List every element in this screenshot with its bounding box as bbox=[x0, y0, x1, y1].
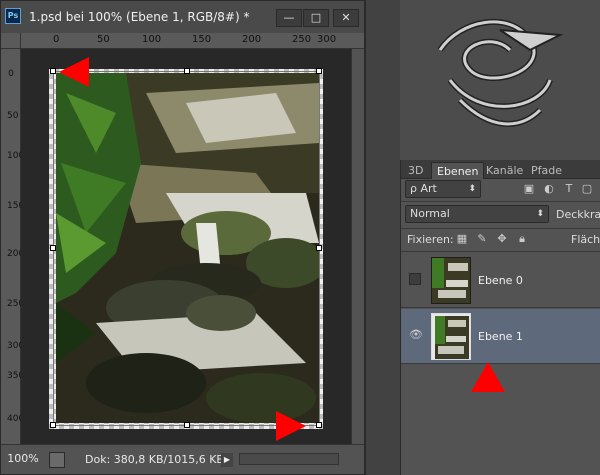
blend-mode-select[interactable]: Normal ⬍ bbox=[405, 205, 549, 223]
lock-pixels-brush-icon[interactable]: ✎ bbox=[476, 233, 488, 245]
document-size-info: Dok: 380,8 KB/1015,6 KB bbox=[85, 453, 224, 466]
tab-ebenen[interactable]: Ebenen bbox=[431, 162, 485, 179]
stream-photo bbox=[56, 73, 319, 423]
lock-label: Fixieren: bbox=[407, 233, 454, 246]
status-menu-arrow-icon[interactable]: ▶ bbox=[221, 453, 233, 467]
fill-label: Fläche bbox=[571, 233, 600, 246]
tab-pfade[interactable]: Pfade bbox=[526, 162, 567, 179]
layer-filter-select[interactable]: ρ Art ⬍ bbox=[405, 180, 481, 198]
blend-mode-label: Normal bbox=[410, 207, 450, 220]
vertical-scrollbar[interactable] bbox=[351, 49, 364, 444]
red-arrow-marker bbox=[59, 57, 89, 87]
transform-handle[interactable] bbox=[316, 245, 322, 251]
chevron-down-icon: ⬍ bbox=[536, 209, 544, 219]
horizontal-scrollbar[interactable] bbox=[239, 453, 339, 465]
close-button[interactable]: ✕ bbox=[333, 9, 359, 27]
transform-handle[interactable] bbox=[50, 422, 56, 428]
divider bbox=[401, 201, 600, 202]
tab-3d[interactable]: 3D bbox=[403, 162, 428, 179]
layer-name[interactable]: Ebene 1 bbox=[478, 330, 523, 343]
layer-row-ebene-0[interactable]: Ebene 0 bbox=[401, 253, 600, 308]
visibility-toggle-off[interactable] bbox=[409, 273, 421, 285]
panel-tabs: 3D Ebenen Kanäle Pfade bbox=[401, 160, 600, 179]
red-arrow-marker bbox=[276, 411, 306, 441]
transform-handle[interactable] bbox=[50, 245, 56, 251]
tool-dock-strip bbox=[365, 0, 400, 475]
layer-row-ebene-1[interactable]: 👁︎ Ebene 1 bbox=[401, 309, 600, 364]
transform-handle[interactable] bbox=[316, 422, 322, 428]
divider bbox=[401, 228, 600, 229]
zoom-level[interactable]: 100% bbox=[1, 452, 45, 465]
status-bar: 100% Dok: 380,8 KB/1015,6 KB ▶ bbox=[1, 444, 364, 474]
transform-handle[interactable] bbox=[50, 68, 56, 74]
ruler-label: 150 bbox=[192, 34, 212, 45]
lock-transparency-icon[interactable]: ▦ bbox=[456, 233, 468, 245]
ruler-label: 0 bbox=[8, 69, 14, 79]
ruler-label: 350 bbox=[7, 371, 25, 381]
layer-image-waterfall[interactable] bbox=[56, 73, 319, 423]
transform-handle[interactable] bbox=[316, 68, 322, 74]
chevron-down-icon: ⬍ bbox=[468, 184, 476, 194]
lock-all-icon[interactable]: 🔒︎ bbox=[516, 233, 528, 245]
type-filter-icon[interactable]: T bbox=[563, 183, 575, 195]
photoshop-icon: Ps bbox=[5, 8, 21, 24]
document-titlebar[interactable]: Ps 1.psd bei 100% (Ebene 1, RGB/8#) * — … bbox=[1, 1, 364, 33]
image-filter-icon[interactable]: ▣ bbox=[523, 183, 535, 195]
divider bbox=[401, 251, 600, 252]
horizontal-ruler[interactable]: 0 50 100 150 200 250 300 bbox=[21, 33, 364, 49]
calligraphy-artwork bbox=[437, 18, 564, 127]
layer-thumbnail bbox=[431, 313, 471, 360]
ruler-label: 200 bbox=[242, 34, 262, 45]
eye-icon[interactable]: 👁︎ bbox=[409, 329, 423, 341]
opacity-label: Deckkraft bbox=[556, 208, 600, 221]
ruler-label: 250 bbox=[7, 299, 25, 309]
ruler-label: 200 bbox=[7, 249, 25, 259]
ruler-label: 100 bbox=[7, 151, 25, 161]
vertical-ruler[interactable]: 0 50 100 150 200 250 300 350 400 bbox=[1, 49, 25, 444]
ruler-label: 300 bbox=[7, 341, 25, 351]
transform-handle[interactable] bbox=[184, 68, 190, 74]
ruler-corner[interactable] bbox=[1, 33, 21, 49]
shape-filter-icon[interactable]: ▢ bbox=[581, 183, 593, 195]
ruler-label: 50 bbox=[97, 34, 110, 45]
red-arrow-marker bbox=[471, 362, 505, 392]
filter-label: ρ Art bbox=[410, 182, 437, 195]
layer-thumbnail bbox=[431, 257, 471, 304]
ruler-label: 300 bbox=[317, 34, 337, 45]
maximize-button[interactable]: □ bbox=[303, 9, 329, 27]
lock-position-move-icon[interactable]: ✥ bbox=[496, 233, 508, 245]
ruler-label: 400 bbox=[7, 414, 25, 424]
minimize-button[interactable]: — bbox=[276, 9, 302, 27]
ruler-label: 250 bbox=[292, 34, 312, 45]
ruler-label: 0 bbox=[53, 34, 60, 45]
ruler-label: 150 bbox=[7, 201, 25, 211]
ruler-label: 100 bbox=[142, 34, 162, 45]
ruler-label: 50 bbox=[7, 111, 19, 121]
adjustment-filter-icon[interactable]: ◐ bbox=[543, 183, 555, 195]
document-profile-icon[interactable] bbox=[49, 452, 65, 468]
document-title: 1.psd bei 100% (Ebene 1, RGB/8#) * bbox=[29, 10, 250, 24]
layer-name[interactable]: Ebene 0 bbox=[478, 274, 523, 287]
preview-area bbox=[400, 0, 600, 160]
tab-kanaele[interactable]: Kanäle bbox=[481, 162, 528, 179]
layers-panel: 3D Ebenen Kanäle Pfade ρ Art ⬍ ▣ ◐ T ▢ No… bbox=[400, 160, 600, 475]
document-window: Ps 1.psd bei 100% (Ebene 1, RGB/8#) * — … bbox=[0, 0, 365, 475]
transform-handle[interactable] bbox=[184, 422, 190, 428]
